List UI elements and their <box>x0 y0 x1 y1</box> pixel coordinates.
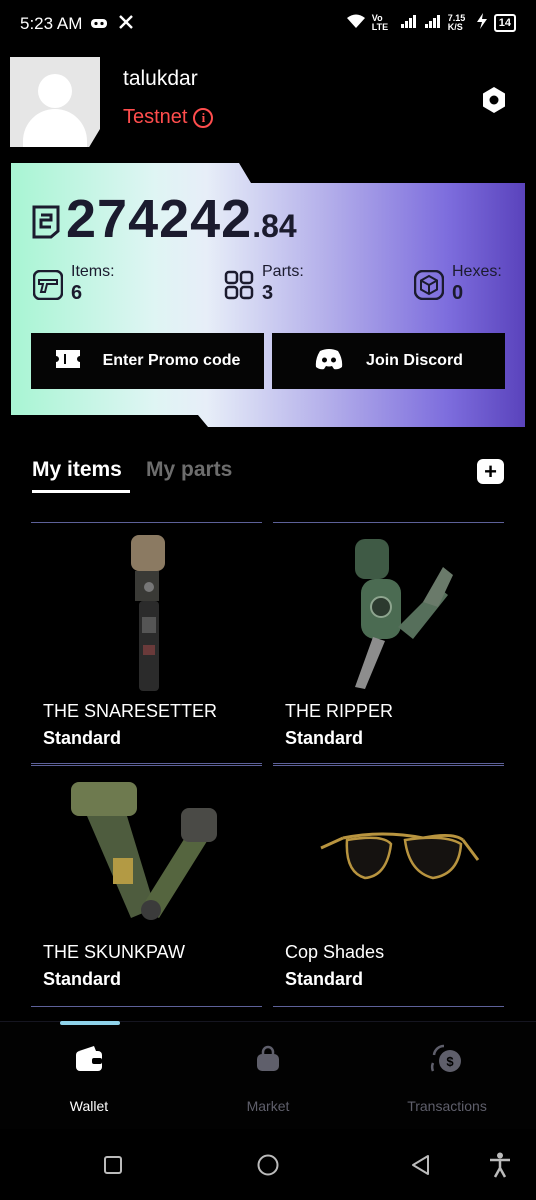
gun-icon <box>32 269 64 301</box>
recents-icon[interactable] <box>103 1155 123 1180</box>
system-nav-bar <box>0 1130 536 1200</box>
stat-hexes: Hexes: 0 <box>413 262 502 304</box>
stat-parts-label: Parts: <box>262 263 304 280</box>
back-icon[interactable] <box>410 1154 432 1181</box>
settings-icon[interactable] <box>480 86 508 114</box>
stat-items-label: Items: <box>71 263 115 280</box>
accessibility-icon[interactable] <box>488 1152 512 1183</box>
nav-wallet[interactable]: Wallet <box>9 1040 169 1114</box>
svg-text:$: $ <box>446 1054 454 1069</box>
snaresetter-arm-image <box>131 535 165 691</box>
item-name: THE RIPPER <box>285 701 394 721</box>
bag-icon <box>254 1045 282 1076</box>
item-name: Cop Shades <box>285 942 385 962</box>
item-rarity: Standard <box>285 728 364 748</box>
join-discord-button[interactable]: Join Discord <box>272 333 505 389</box>
add-button[interactable]: + <box>477 459 504 484</box>
item-rarity: Standard <box>43 728 122 748</box>
network-status[interactable]: Testnet i <box>123 106 214 129</box>
x-logo-icon <box>118 14 134 37</box>
parts-icon <box>224 270 254 300</box>
tab-my-items[interactable]: My items <box>32 458 122 482</box>
item-card-snaresetter[interactable]: THE SNARESETTER Standard <box>31 522 262 766</box>
volte-label: Vo LTE <box>371 12 389 32</box>
item-card-skunkpaw[interactable]: THE SKUNKPAW Standard <box>31 763 262 1007</box>
ticket-icon <box>55 349 81 374</box>
wallet-balance: 274242.84 <box>66 188 297 250</box>
active-tab-underline <box>32 490 130 493</box>
status-time: 5:23 AM <box>20 14 83 33</box>
nav-market-label: Market <box>246 1098 290 1114</box>
item-name: THE SKUNKPAW <box>43 942 186 962</box>
status-bar: 5:23 AM Vo LTE 7.15 K/S 14 <box>0 0 536 50</box>
nav-market[interactable]: Market <box>188 1040 348 1114</box>
item-card-ripper[interactable]: THE RIPPER Standard <box>273 522 504 766</box>
item-card-cop-shades[interactable]: Cop Shades Standard <box>273 763 504 1007</box>
nav-transactions-label: Transactions <box>407 1098 487 1114</box>
stat-items-value: 6 <box>71 282 83 304</box>
ripper-arm-image <box>355 539 453 689</box>
cop-shades-image <box>320 832 480 880</box>
stat-parts: Parts: 3 <box>224 262 304 304</box>
item-rarity: Standard <box>43 969 122 989</box>
enter-promo-label: Enter Promo code <box>102 352 241 369</box>
enter-promo-button[interactable]: Enter Promo code <box>31 333 264 389</box>
join-discord-label: Join Discord <box>366 352 463 369</box>
balance-integer: 274242 <box>66 189 253 249</box>
balance-decimal: .84 <box>252 208 297 244</box>
tab-my-parts[interactable]: My parts <box>146 458 232 482</box>
nav-transactions[interactable]: $ Transactions <box>367 1040 527 1114</box>
charging-icon <box>476 13 488 32</box>
stat-parts-value: 3 <box>262 282 274 304</box>
discord-icon <box>314 348 344 375</box>
battery-level: 14 <box>493 13 516 32</box>
active-nav-indicator <box>60 1021 120 1025</box>
stat-hexes-label: Hexes: <box>452 263 502 280</box>
nav-wallet-label: Wallet <box>69 1098 109 1114</box>
item-rarity: Standard <box>285 969 364 989</box>
skunkpaw-arm-image <box>71 782 217 920</box>
avatar[interactable] <box>10 57 100 147</box>
username: talukdar <box>123 67 198 90</box>
wifi-icon <box>346 13 366 32</box>
plus-icon: + <box>484 458 497 484</box>
info-icon[interactable]: i <box>193 107 214 128</box>
currency-icon <box>32 205 60 239</box>
network-label: Testnet <box>123 106 188 128</box>
wallet-icon <box>74 1045 104 1076</box>
stat-items: Items: 6 <box>32 262 115 304</box>
coins-exchange-icon: $ <box>430 1043 464 1078</box>
net-speed: 7.15 K/S <box>447 12 466 32</box>
item-name: THE SNARESETTER <box>43 701 218 721</box>
gamepad-icon <box>90 14 108 37</box>
signal-2-icon <box>424 14 442 31</box>
signal-1-icon <box>400 14 418 31</box>
stat-hexes-value: 0 <box>452 282 464 304</box>
home-icon[interactable] <box>256 1153 280 1182</box>
hex-cube-icon <box>413 269 445 301</box>
